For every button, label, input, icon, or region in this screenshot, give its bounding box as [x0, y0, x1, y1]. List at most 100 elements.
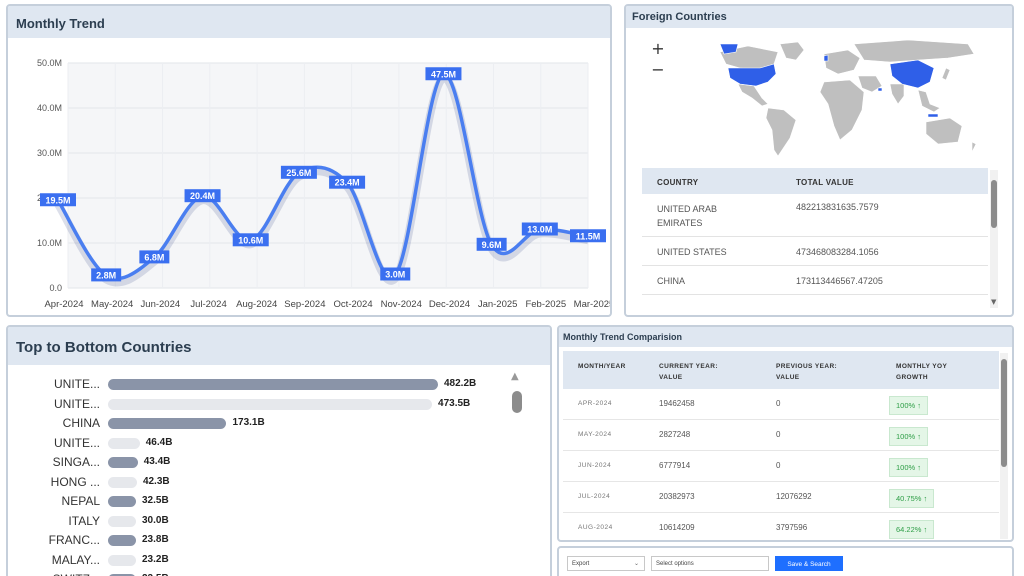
map-se-asia: [917, 89, 941, 113]
bar-row[interactable]: UNITE... 482.2B: [8, 375, 508, 394]
filter-bar: Export ⌄ Select options Save & Search: [557, 546, 1014, 576]
bar[interactable]: [108, 457, 138, 468]
x-tick-label: May-2024: [91, 299, 133, 310]
header-previous-year[interactable]: PREVIOUS YEAR: VALUE: [776, 361, 837, 383]
bar-label: MALAY...: [51, 552, 100, 567]
x-tick-label: Sep-2024: [284, 299, 325, 310]
table-row[interactable]: UNITED STATES 473468083284.1056: [642, 237, 988, 266]
scrollbar-thumb[interactable]: [1001, 359, 1007, 467]
save-search-button[interactable]: Save & Search: [775, 556, 843, 571]
scroll-down-arrow-icon[interactable]: ▼: [991, 298, 996, 306]
y-tick-label: 50.0M: [37, 58, 62, 68]
trend-comparison-title: Monthly Trend Comparision: [559, 327, 1012, 347]
header-current-year[interactable]: CURRENT YEAR: VALUE: [659, 361, 718, 383]
header-previous-line2: VALUE: [776, 374, 800, 381]
export-select[interactable]: Export ⌄: [567, 556, 645, 571]
map-russia: [853, 39, 975, 63]
bar-row[interactable]: HONG ... 42.3B: [8, 473, 508, 492]
month-cell: JUL-2024: [578, 493, 611, 500]
bar[interactable]: [108, 515, 136, 527]
bar-row[interactable]: UNITE... 46.4B: [8, 434, 508, 453]
map-africa: [819, 79, 865, 141]
bar-row[interactable]: SINGA... 43.4B: [8, 453, 508, 472]
table-row[interactable]: MAY-2024 2827248 0 100% ↑: [563, 420, 999, 451]
table-row[interactable]: AUG-2024 10614209 3797596 64.22% ↑: [563, 513, 999, 540]
bar-value-label: 173.1B: [232, 417, 265, 428]
data-label: 9.6M: [482, 240, 502, 250]
table-row[interactable]: APR-2024 19462458 0 100% ↑: [563, 389, 999, 420]
header-total-value[interactable]: TOTAL VALUE: [796, 178, 854, 187]
table-row[interactable]: UNITED ARAB EMIRATES 482213831635.7579: [642, 194, 988, 237]
map-greenland: [779, 41, 805, 61]
zoom-in-button[interactable]: +: [648, 39, 668, 59]
country-name: UNITED ARAB EMIRATES: [657, 204, 718, 228]
bar-row[interactable]: MALAY... 23.2B: [8, 551, 508, 570]
table-row[interactable]: CHINA 173113446567.47205: [642, 266, 988, 295]
options-placeholder: Select options: [656, 561, 694, 567]
growth-badge: 100% ↑: [889, 427, 929, 446]
current-value-cell: 20382973: [659, 492, 695, 501]
header-previous-line1: PREVIOUS YEAR:: [776, 363, 838, 370]
bar[interactable]: [108, 437, 140, 449]
bar-row[interactable]: FRANC... 23.8B: [8, 531, 508, 550]
growth-badge: 64.22% ↑: [889, 520, 935, 539]
bar-row[interactable]: NEPAL 32.5B: [8, 492, 508, 511]
data-label: 23.4M: [335, 178, 360, 188]
bar-row[interactable]: ITALY 30.0B: [8, 512, 508, 531]
bar-row[interactable]: CHINA 173.1B: [8, 414, 508, 433]
bar-label: UNITE...: [53, 435, 100, 450]
map-indonesia: [927, 113, 939, 118]
bar[interactable]: [108, 554, 136, 566]
header-yoy-growth[interactable]: MONTHLY YOY GROWTH: [896, 361, 947, 383]
country-value: 473468083284.1056: [796, 247, 879, 257]
data-label: 19.5M: [45, 195, 70, 205]
bar-value-label: 46.4B: [145, 436, 173, 448]
x-tick-label: Feb-2025: [525, 299, 566, 310]
bar-label: HONG ...: [50, 474, 100, 489]
comparison-scrollbar[interactable]: [1000, 353, 1008, 539]
x-tick-label: Oct-2024: [334, 299, 373, 310]
options-select[interactable]: Select options: [651, 556, 769, 571]
current-value-cell: 10614209: [659, 523, 695, 532]
top-countries-scrollbar[interactable]: ▲: [510, 371, 524, 576]
month-cell: JUN-2024: [578, 462, 612, 469]
bar-value-label: 482.2B: [444, 378, 477, 389]
zoom-out-button[interactable]: −: [648, 60, 668, 80]
x-tick-label: Nov-2024: [381, 299, 422, 310]
bar[interactable]: [108, 535, 136, 546]
bar[interactable]: [108, 476, 137, 488]
bar[interactable]: [108, 418, 227, 429]
bar[interactable]: [108, 398, 433, 410]
data-label: 47.5M: [431, 69, 456, 79]
table-row[interactable]: JUL-2024 20382973 12076292 40.75% ↑: [563, 482, 999, 513]
bar-label: UNITE...: [53, 396, 100, 411]
x-tick-label: Aug-2024: [236, 299, 277, 310]
bar-value-label: 473.5B: [438, 397, 471, 409]
country-table-scrollbar[interactable]: ▼: [990, 170, 998, 308]
bar-row[interactable]: UNITE... 473.5B: [8, 395, 508, 414]
header-month-year[interactable]: MONTH/YEAR: [578, 361, 626, 372]
scrollbar-thumb[interactable]: [991, 180, 997, 228]
growth-badge: 40.75% ↑: [889, 489, 935, 508]
map-uk: [823, 54, 829, 62]
bar-label: NEPAL: [61, 494, 100, 508]
map-india: [889, 83, 905, 105]
data-label: 3.0M: [385, 270, 405, 280]
map-uae: [877, 87, 883, 92]
scroll-up-arrow-icon[interactable]: ▲: [511, 371, 519, 382]
bar-label: ITALY: [68, 513, 100, 528]
top-countries-title: Top to Bottom Countries: [8, 327, 550, 365]
scrollbar-thumb[interactable]: [512, 391, 522, 413]
bar-value-label: 30.0B: [142, 514, 169, 526]
header-country[interactable]: COUNTRY: [657, 178, 698, 187]
bar[interactable]: [108, 496, 136, 507]
bar-row[interactable]: SWITZ...23.5B: [8, 570, 508, 576]
table-row[interactable]: JUN-2024 6777914 0 100% ↑: [563, 451, 999, 482]
world-map[interactable]: [628, 30, 1012, 166]
map-nz: [971, 141, 977, 153]
bar[interactable]: [108, 379, 438, 390]
header-month-year-text: MONTH/YEAR: [578, 363, 626, 370]
country-name: UNITED STATES: [657, 247, 727, 257]
x-tick-label: Mar-2025: [574, 299, 610, 310]
month-cell: AUG-2024: [578, 524, 613, 531]
